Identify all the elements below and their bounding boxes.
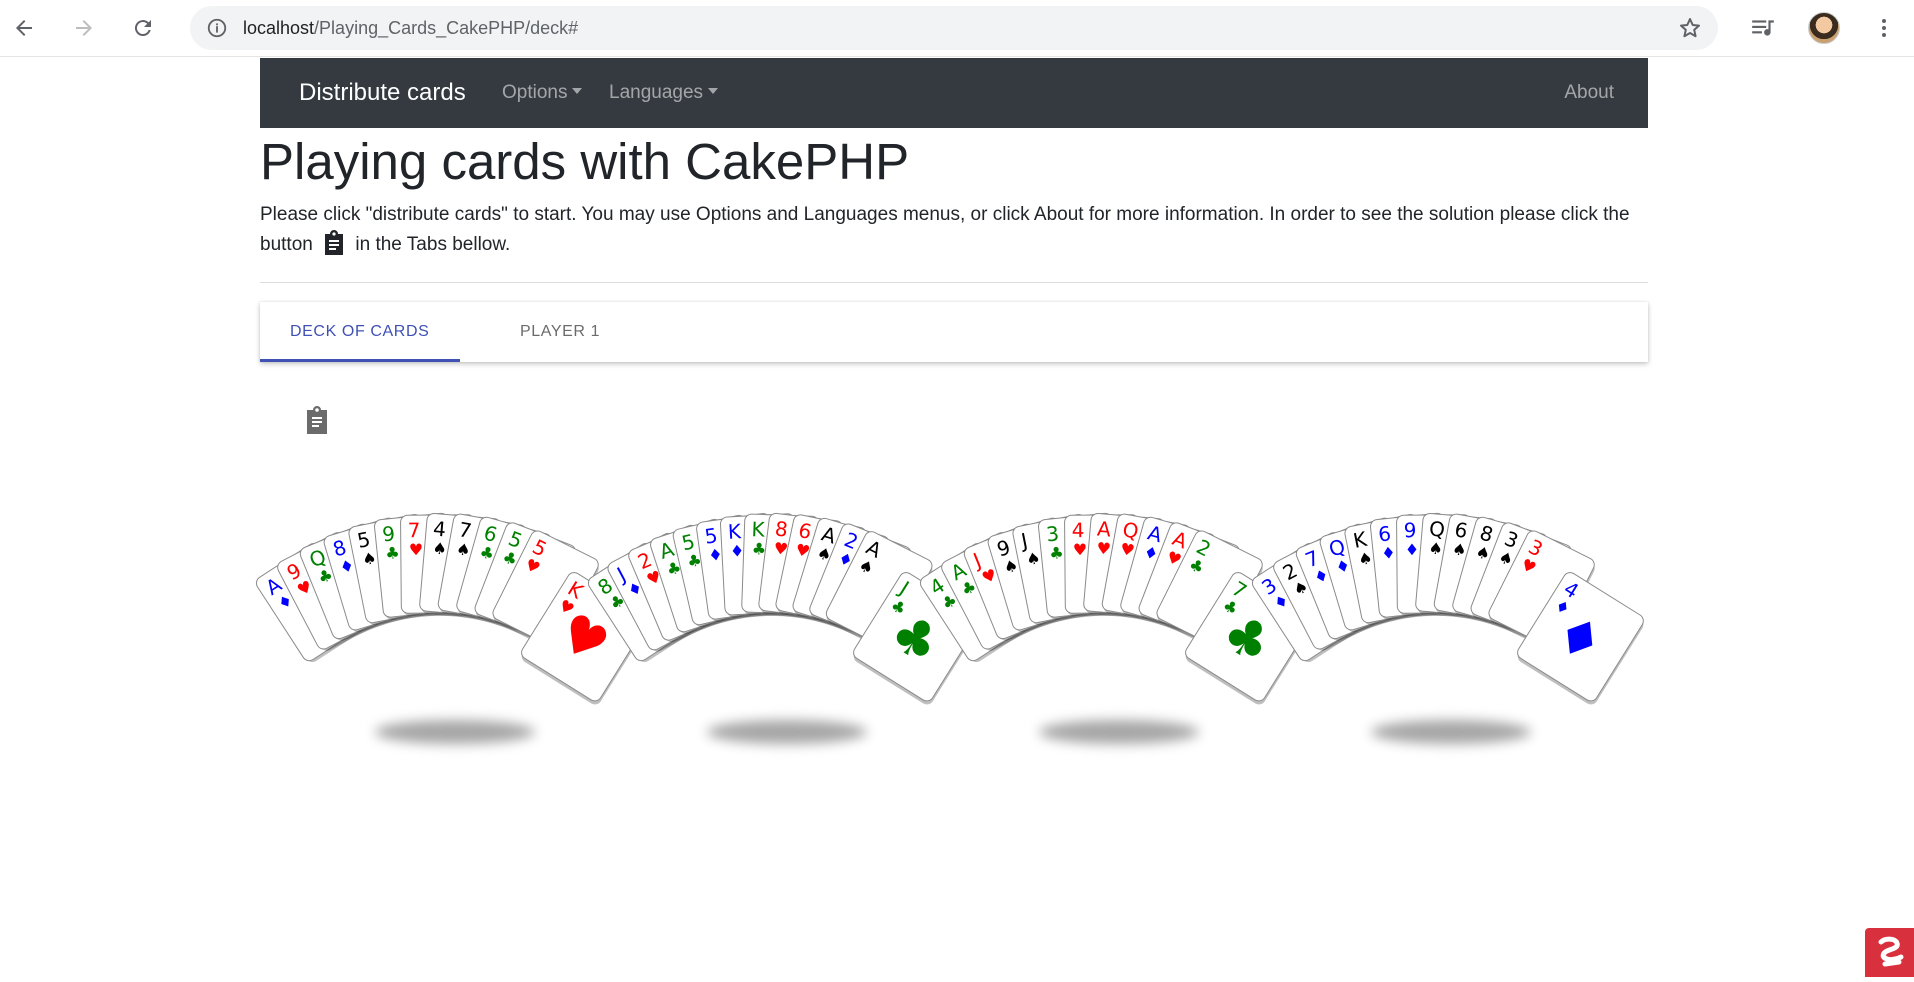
hand-fan: 8♣J♦2♥A♣5♣5♦K♦K♣8♥6♥A♠ 2♦ A♠J♣♣	[587, 512, 980, 744]
card-rank: 7	[408, 518, 421, 542]
site-info-icon[interactable]	[206, 17, 228, 39]
card-hand-4: 3 ♦ 2 ♠ 7 ♦ Q ♦ K ♠ 6 ♦ 9 ♦ Q ♠ 6 ♠ 8 ♠ 3 ♠ 3 ♥ 4 ♦ ♦	[1251, 470, 1644, 760]
tab-bar: DECK OF CARDS PLAYER 1	[260, 302, 1648, 362]
clipboard-icon	[325, 230, 344, 255]
card-suit-icon: ♥	[1073, 540, 1088, 559]
reload-icon[interactable]	[125, 10, 161, 46]
bookmark-star-icon[interactable]	[1678, 16, 1702, 40]
page-container: Distribute cards Options Languages About…	[255, 58, 1648, 744]
languages-label: Languages	[609, 82, 704, 103]
forward-icon[interactable]	[66, 10, 102, 46]
url-text: localhost/Playing_Cards_CakePHP/deck#	[243, 18, 579, 38]
fan-shadow	[1371, 720, 1531, 744]
card-rank: K	[727, 519, 742, 544]
card-rank: 4	[1072, 518, 1085, 542]
clipboard-icon[interactable]	[304, 405, 330, 435]
chevron-down-icon	[572, 88, 583, 94]
tab-player-1[interactable]: PLAYER 1	[520, 302, 600, 362]
card-suit-icon: ♦	[1405, 540, 1420, 559]
profile-avatar[interactable]	[1808, 12, 1840, 44]
card-suit-icon: ♣	[1048, 543, 1064, 563]
divider	[260, 282, 1648, 283]
options-label: Options	[502, 82, 568, 103]
card-hand-1: A ♦ 9 ♥ Q ♣ 8 ♦ 5 ♠ 9 ♣ 7 ♥ 4 ♠ 7 ♠ 6 ♣ 5 ♣ 5 ♥ K ♥ ♥	[255, 470, 648, 760]
card-suit-icon: ♥	[409, 540, 424, 559]
browser-toolbar: localhost/Playing_Cards_CakePHP/deck#	[0, 0, 1914, 57]
card-rank: K	[751, 517, 766, 541]
top-navbar: Distribute cards Options Languages About	[260, 58, 1648, 128]
page-title: Playing cards with CakePHP	[260, 133, 910, 190]
tab-deck-of-cards[interactable]: DECK OF CARDS	[290, 302, 429, 362]
card-suit-icon: ♣	[751, 539, 766, 558]
app-logo	[1865, 928, 1914, 977]
hand-fan: 3♦2♠7♦Q♦K♠6♦9♦Q♠6♠8♠ 3♠ 3♥4♦♦	[1251, 512, 1644, 744]
back-icon[interactable]	[6, 10, 42, 46]
intro-paragraph: Please click "distribute cards" to start…	[260, 200, 1648, 260]
card-suit-icon: ♦	[1380, 543, 1396, 563]
distribute-cards-link[interactable]: Distribute cards	[299, 58, 466, 128]
languages-dropdown[interactable]: Languages	[609, 58, 719, 128]
card-hand-2: 8 ♣ J ♦ 2 ♥ A ♣ 5 ♣ 5 ♦ K ♦ K ♣ 8 ♥ 6 ♥ A ♠ 2 ♦ A ♠ J ♣ ♣	[587, 470, 980, 760]
hand-fan: A♦9♥Q♣8♦5♠9♣7♥4♠7♠6♣ 5♣ 5♥K♥♥	[255, 512, 648, 744]
fan-shadow	[707, 720, 867, 744]
card-rank: 9	[1404, 518, 1417, 542]
chevron-down-icon	[708, 88, 719, 94]
fan-shadow	[375, 720, 535, 744]
active-tab-indicator	[260, 359, 460, 362]
media-playlist-icon[interactable]	[1745, 10, 1781, 46]
card-suit-icon: ♦	[729, 541, 744, 561]
card-hand-3: 4 ♣ A ♣ J ♥ 9 ♠ J ♠ 3 ♣ 4 ♥ A ♥ Q ♥ A ♦ A ♥ 2 ♣ 7 ♣ ♣	[919, 470, 1312, 760]
card-suit-icon: ♠	[432, 538, 448, 558]
card-suit-icon: ♥	[1096, 538, 1112, 558]
intro-text-end: in the Tabs bellow.	[355, 234, 511, 255]
options-dropdown[interactable]: Options	[502, 58, 583, 128]
about-link[interactable]: About	[1564, 58, 1614, 128]
fan-shadow	[1039, 720, 1199, 744]
menu-kebab-icon[interactable]	[1866, 10, 1902, 46]
card-suit-icon: ♣	[384, 543, 400, 563]
card-suit-icon: ♠	[1428, 538, 1444, 558]
address-bar[interactable]: localhost/Playing_Cards_CakePHP/deck#	[190, 6, 1718, 50]
hand-fan: 4♣A♣J♥9♠J♠3♣4♥A♥Q♥A♦ A♥ 2♣7♣♣	[919, 512, 1312, 744]
